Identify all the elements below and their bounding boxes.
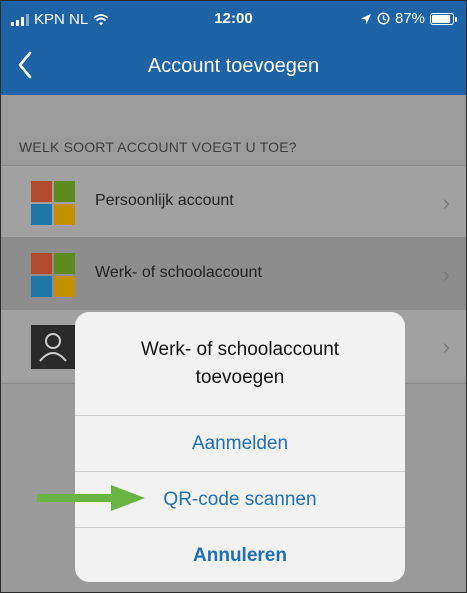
page-title: Account toevoegen [147,55,320,77]
location-icon [360,13,371,24]
battery-icon [430,12,457,25]
action-sheet-title: Werk- of schoolaccount toevoegen [140,339,340,388]
action-sheet: Werk- of schoolaccount toevoegen Aanmeld… [75,312,405,582]
person-icon [31,325,75,369]
green-arrow-annotation [37,485,145,511]
chevron-right-icon: › [442,334,450,359]
action-sheet-header: Werk- of schoolaccount toevoegen [75,312,405,415]
account-type-label: Persoonlijk account [95,192,234,209]
section-header-label: WELK SOORT ACCOUNT VOEGT U TOE? [19,139,297,155]
chevron-right-icon: › [442,190,450,215]
status-right: 87% [360,10,457,27]
account-type-work-school[interactable]: Werk- of schoolaccount › [1,237,466,310]
phone-screen: KPN NL 12:00 87% Account toevoegen WELK … [0,0,467,593]
alarm-icon [377,12,390,25]
battery-percent: 87% [394,10,425,27]
status-bar: KPN NL 12:00 87% [1,1,466,37]
sign-in-button[interactable]: Aanmelden [75,415,405,471]
chevron-right-icon: › [442,262,450,287]
account-type-label: Werk- of schoolaccount [95,264,262,281]
top-bar: KPN NL 12:00 87% Account toevoegen [1,1,466,95]
section-header: WELK SOORT ACCOUNT VOEGT U TOE? [1,95,466,165]
account-type-personal[interactable]: Persoonlijk account › [1,165,466,238]
cancel-button[interactable]: Annuleren [75,527,405,582]
microsoft-logo-icon [31,253,75,297]
microsoft-logo-icon [31,181,75,225]
navigation-bar: Account toevoegen [1,45,466,89]
